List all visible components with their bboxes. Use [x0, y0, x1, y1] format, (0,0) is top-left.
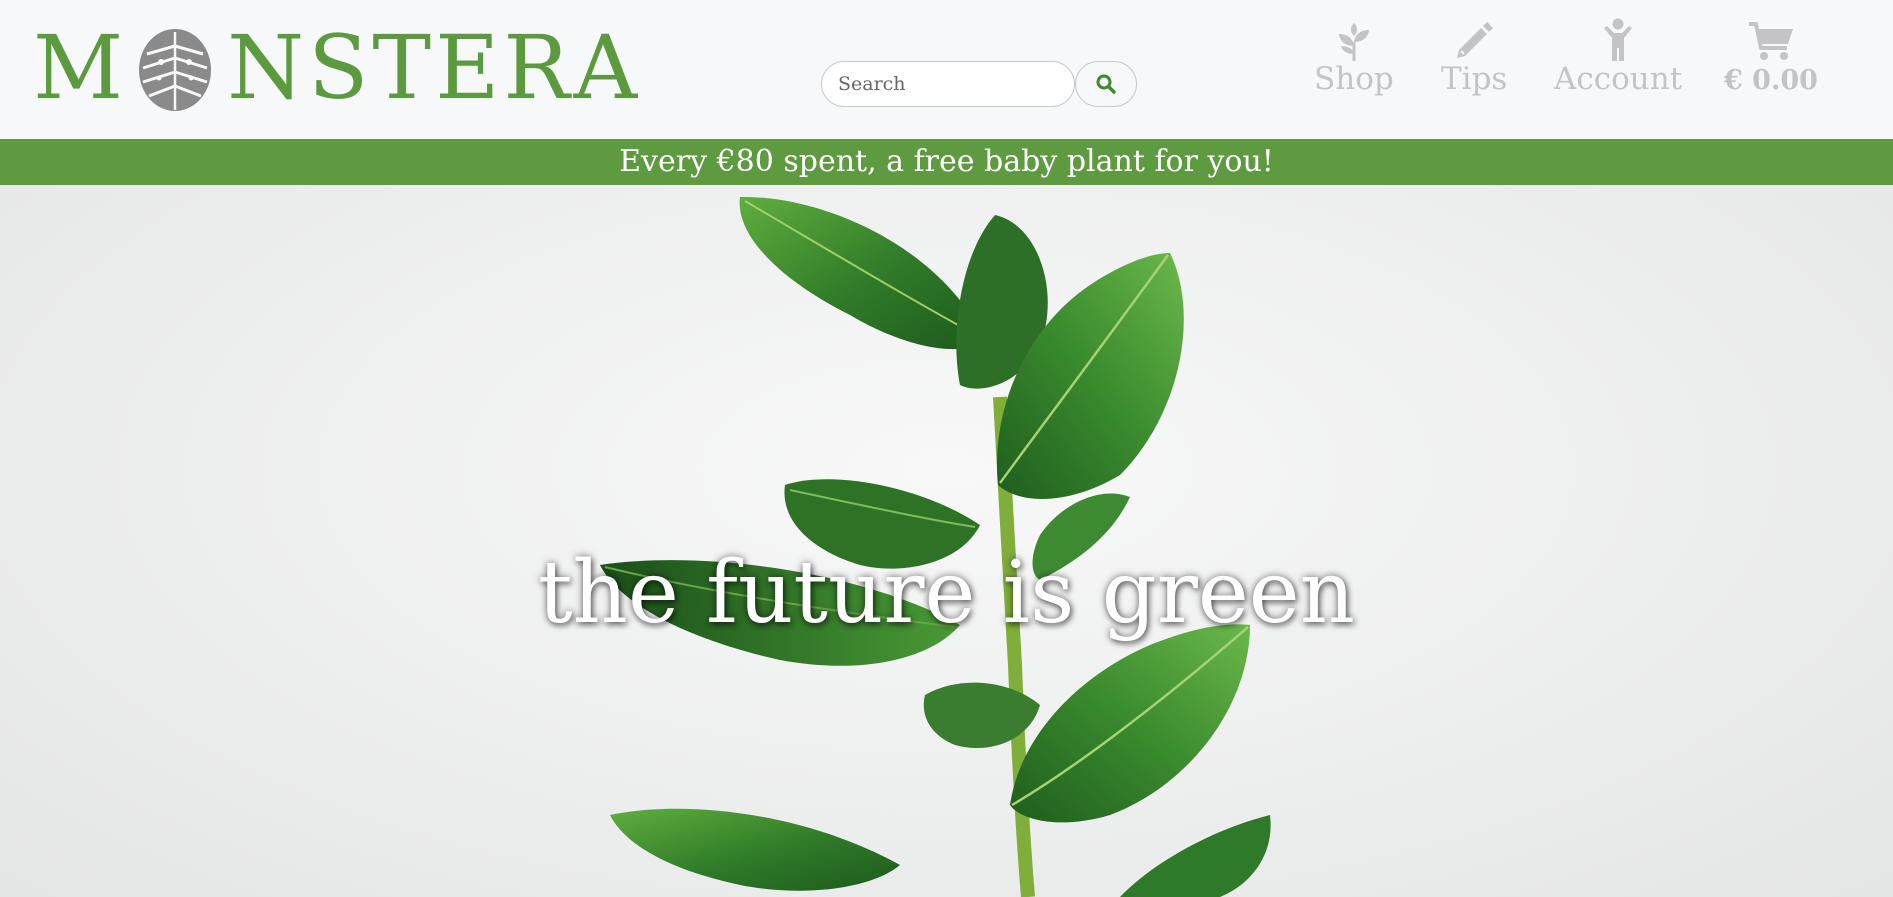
cart-total: € 0.00 [1724, 65, 1818, 96]
monstera-leaf-icon [139, 28, 212, 111]
rubber-plant-image [600, 196, 1271, 897]
nav-tips[interactable]: Tips [1441, 18, 1507, 96]
search-icon [1096, 74, 1116, 94]
brand-logo[interactable]: M NSTERA [33, 15, 642, 119]
hero-section: the future is green [0, 185, 1893, 897]
nav-account-label: Account [1554, 61, 1683, 97]
nav-shop-label: Shop [1314, 61, 1394, 97]
nav-cart[interactable]: € 0.00 [1724, 18, 1818, 96]
hero-title: the future is green [538, 543, 1355, 643]
nav-account[interactable]: Account [1554, 18, 1682, 96]
search-input[interactable] [821, 61, 1075, 107]
logo-letter-m: M [33, 15, 128, 119]
sprout-icon [1338, 23, 1369, 61]
person-icon [1604, 18, 1633, 61]
top-header: M NSTERA Search Shop Tips Account € 0.00 [0, 0, 1893, 139]
nav-tips-label: Tips [1441, 61, 1508, 97]
search-button[interactable] [1075, 61, 1137, 107]
promo-text: Every €80 spent, a free baby plant for y… [619, 144, 1274, 179]
promo-banner: Every €80 spent, a free baby plant for y… [0, 139, 1893, 185]
search-form [821, 61, 1137, 107]
nav-shop[interactable]: Shop [1314, 18, 1394, 96]
logo-text-rest: NSTERA [227, 15, 642, 119]
cart-icon [1748, 22, 1793, 60]
pencil-icon [1457, 22, 1494, 58]
